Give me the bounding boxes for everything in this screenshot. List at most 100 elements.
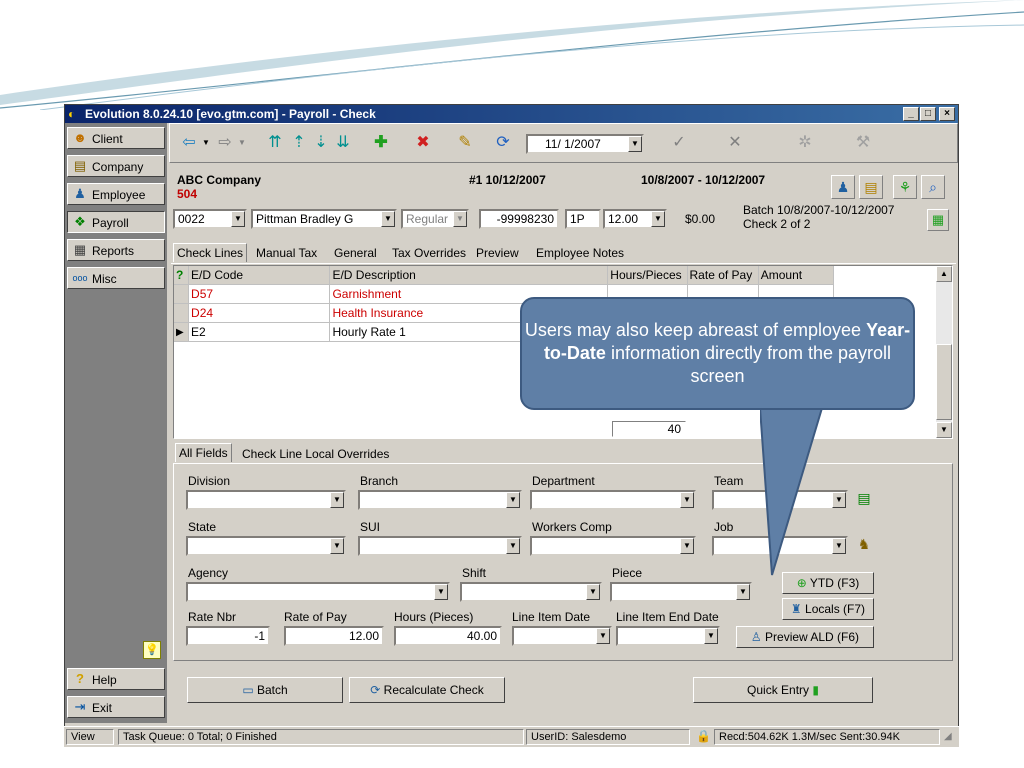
col-hours-pieces[interactable]: Hours/Pieces bbox=[607, 266, 688, 285]
first-record-icon[interactable]: ⇈ bbox=[262, 130, 288, 156]
employee-code-select[interactable]: 0022 ▼ bbox=[173, 209, 247, 229]
team-dropdown-arrow[interactable]: ▼ bbox=[832, 492, 846, 508]
col-ed-code[interactable]: E/D Code bbox=[188, 266, 331, 285]
tab-check-lines[interactable]: Check Lines bbox=[173, 243, 248, 262]
scroll-down-arrow[interactable]: ▼ bbox=[936, 422, 952, 438]
frequency-field[interactable]: 1P bbox=[565, 209, 601, 229]
tab-check-line-local-overrides[interactable]: Check Line Local Overrides bbox=[239, 445, 392, 464]
quick-entry-button[interactable]: Quick Entry ▮ bbox=[693, 677, 873, 703]
notes-icon[interactable]: ✎ bbox=[452, 130, 478, 156]
tab-employee-notes[interactable]: Employee Notes bbox=[533, 244, 627, 263]
tab-all-fields[interactable]: All Fields bbox=[175, 443, 232, 462]
close-button[interactable]: × bbox=[939, 107, 955, 121]
shift-dropdown-arrow[interactable]: ▼ bbox=[586, 584, 600, 600]
nav-client[interactable]: ☻ Client bbox=[67, 127, 165, 149]
line-item-date-dropdown-arrow[interactable]: ▼ bbox=[596, 628, 610, 644]
employee-name-select[interactable]: Pittman Bradley G ▼ bbox=[251, 209, 397, 229]
preview-ald-button[interactable]: ♙ Preview ALD (F6) bbox=[736, 626, 874, 648]
company-icon: ▤ bbox=[73, 158, 87, 173]
batch-button[interactable]: ▭ Batch bbox=[187, 677, 343, 703]
job-lookup-icon[interactable]: ♞ bbox=[854, 536, 874, 556]
state-dropdown-arrow[interactable]: ▼ bbox=[330, 538, 344, 554]
col-rate-of-pay[interactable]: Rate of Pay bbox=[687, 266, 759, 285]
locals-button[interactable]: ♜ Locals (F7) bbox=[782, 598, 874, 620]
minimize-button[interactable]: _ bbox=[903, 107, 919, 121]
sparkle-icon[interactable]: ✲ bbox=[792, 130, 818, 156]
forward-arrow-icon[interactable]: ⇨ bbox=[212, 130, 238, 156]
department-select[interactable]: ▼ bbox=[530, 490, 696, 510]
lookup-list-icon[interactable]: ▤ bbox=[854, 490, 874, 510]
exit-button[interactable]: ⇥ Exit bbox=[67, 696, 165, 718]
hours-dropdown-arrow[interactable]: ▼ bbox=[651, 211, 665, 227]
tip-lightbulb-icon[interactable]: 💡 bbox=[143, 641, 161, 659]
check-number-field[interactable]: -99998230 bbox=[479, 209, 559, 229]
help-button[interactable]: ? Help bbox=[67, 668, 165, 690]
tab-preview[interactable]: Preview bbox=[473, 244, 522, 263]
col-amount[interactable]: Amount bbox=[758, 266, 835, 285]
piece-select[interactable]: ▼ bbox=[610, 582, 752, 602]
line-item-end-date-select[interactable]: ▼ bbox=[616, 626, 720, 646]
shift-select[interactable]: ▼ bbox=[460, 582, 602, 602]
hours-select[interactable]: 12.00 ▼ bbox=[603, 209, 667, 229]
sui-dropdown-arrow[interactable]: ▼ bbox=[506, 538, 520, 554]
client-icon: ☻ bbox=[73, 130, 87, 145]
refresh-icon[interactable]: ⟳ bbox=[490, 130, 516, 156]
rate-nbr-input[interactable]: -1 bbox=[186, 626, 270, 646]
employee-list-icon[interactable]: ♟ bbox=[831, 175, 855, 199]
check-type-select[interactable]: Regular ▼ bbox=[401, 209, 469, 229]
hours-pieces-input[interactable]: 40.00 bbox=[394, 626, 502, 646]
agency-dropdown-arrow[interactable]: ▼ bbox=[434, 584, 448, 600]
line-item-date-select[interactable]: ▼ bbox=[512, 626, 612, 646]
tab-general[interactable]: General bbox=[331, 244, 380, 263]
agency-select[interactable]: ▼ bbox=[186, 582, 450, 602]
back-dropdown-arrow[interactable]: ▼ bbox=[202, 138, 210, 147]
tab-manual-tax[interactable]: Manual Tax bbox=[253, 244, 320, 263]
nav-misc[interactable]: ooo Misc bbox=[67, 267, 165, 289]
delete-record-icon[interactable]: ✖ bbox=[410, 130, 436, 156]
scroll-up-arrow[interactable]: ▲ bbox=[936, 266, 952, 282]
piece-dropdown-arrow[interactable]: ▼ bbox=[736, 584, 750, 600]
nav-employee[interactable]: ♟ Employee bbox=[67, 183, 165, 205]
add-record-icon[interactable]: ✚ bbox=[368, 130, 394, 156]
date-dropdown-arrow[interactable]: ▼ bbox=[628, 136, 642, 152]
grid-scrollbar[interactable]: ▲ ▼ bbox=[936, 266, 952, 438]
nav-reports[interactable]: ▦ Reports bbox=[67, 239, 165, 261]
check-type-dropdown-arrow[interactable]: ▼ bbox=[453, 211, 467, 227]
cancel-check-icon[interactable]: ✕ bbox=[722, 130, 748, 156]
branch-select[interactable]: ▼ bbox=[358, 490, 522, 510]
last-record-icon[interactable]: ⇊ bbox=[330, 130, 356, 156]
sui-select[interactable]: ▼ bbox=[358, 536, 522, 556]
maximize-button[interactable]: □ bbox=[920, 107, 936, 121]
division-dropdown-arrow[interactable]: ▼ bbox=[330, 492, 344, 508]
grid-help-icon[interactable]: ? bbox=[174, 266, 190, 285]
tree-icon[interactable]: ⚘ bbox=[893, 175, 917, 199]
search-record-icon[interactable]: ⌕ bbox=[921, 175, 945, 199]
recalculate-check-button[interactable]: ⟳ Recalculate Check bbox=[349, 677, 505, 703]
wand-icon[interactable]: ⚒ bbox=[850, 130, 876, 156]
workers-comp-dropdown-arrow[interactable]: ▼ bbox=[680, 538, 694, 554]
check-calculator-icon[interactable]: ▦ bbox=[927, 209, 949, 231]
resize-grip-icon[interactable]: ◢ bbox=[944, 731, 952, 742]
line-item-end-date-dropdown-arrow[interactable]: ▼ bbox=[704, 628, 718, 644]
forward-dropdown-arrow[interactable]: ▼ bbox=[238, 138, 246, 147]
employee-name-dropdown-arrow[interactable]: ▼ bbox=[381, 211, 395, 227]
col-ed-description[interactable]: E/D Description bbox=[329, 266, 609, 285]
rate-of-pay-input[interactable]: 12.00 bbox=[284, 626, 384, 646]
bar-chart-icon: ▮ bbox=[812, 683, 819, 697]
employee-code-dropdown-arrow[interactable]: ▼ bbox=[231, 211, 245, 227]
state-select[interactable]: ▼ bbox=[186, 536, 346, 556]
back-arrow-icon[interactable]: ⇦ bbox=[176, 130, 202, 156]
nav-company[interactable]: ▤ Company bbox=[67, 155, 165, 177]
job-dropdown-arrow[interactable]: ▼ bbox=[832, 538, 846, 554]
division-select[interactable]: ▼ bbox=[186, 490, 346, 510]
department-dropdown-arrow[interactable]: ▼ bbox=[680, 492, 694, 508]
branch-dropdown-arrow[interactable]: ▼ bbox=[506, 492, 520, 508]
payroll-date-picker[interactable]: 11/ 1/2007 ▼ bbox=[526, 134, 644, 154]
post-check-icon[interactable]: ✓ bbox=[666, 130, 692, 156]
scroll-thumb[interactable] bbox=[936, 344, 952, 420]
status-view[interactable]: View bbox=[66, 729, 114, 745]
schedule-icon[interactable]: ▤ bbox=[859, 175, 883, 199]
nav-payroll[interactable]: ❖ Payroll bbox=[67, 211, 165, 233]
tab-tax-overrides[interactable]: Tax Overrides bbox=[389, 244, 469, 263]
workers-comp-select[interactable]: ▼ bbox=[530, 536, 696, 556]
